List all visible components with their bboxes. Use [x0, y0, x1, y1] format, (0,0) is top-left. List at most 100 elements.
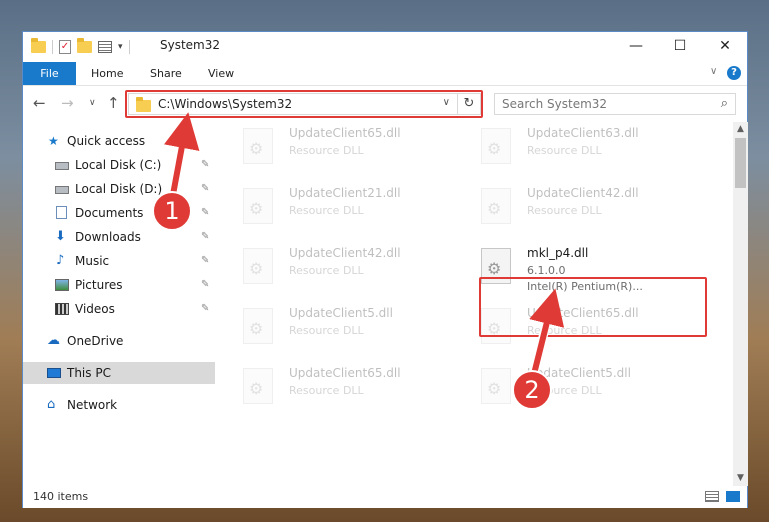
file-item[interactable]: UpdateClient63.dll Resource DLL: [461, 122, 681, 170]
recent-locations-button[interactable]: ∨: [89, 98, 96, 108]
star-icon: ★: [48, 134, 59, 148]
maximize-button[interactable]: ☐: [657, 32, 703, 61]
item-count: 140 items: [33, 490, 89, 503]
pin-icon[interactable]: ✎: [201, 226, 209, 248]
pictures-icon: [55, 279, 69, 291]
customize-toolbar-icon[interactable]: [98, 41, 112, 53]
sidebar-item-label: Pictures: [75, 278, 123, 292]
file-highlight-box: [479, 277, 707, 337]
vertical-scrollbar[interactable]: ▲ ▼: [733, 122, 748, 486]
sidebar-item-label: Documents: [75, 206, 144, 220]
details-view-icon[interactable]: [705, 491, 719, 502]
back-button[interactable]: ←: [33, 94, 46, 112]
toolbar-divider: [52, 40, 53, 54]
callout-2: 2: [512, 370, 552, 410]
file-item[interactable]: UpdateClient5.dll Resource DLL: [223, 302, 443, 350]
file-item[interactable]: UpdateClient42.dll Resource DLL: [461, 182, 681, 230]
cloud-icon: ☁: [47, 333, 60, 348]
file-item[interactable]: UpdateClient42.dll Resource DLL: [223, 242, 443, 290]
expand-ribbon-icon[interactable]: ∨: [710, 66, 717, 77]
folder-icon[interactable]: [31, 38, 46, 53]
forward-button[interactable]: →: [61, 94, 74, 112]
file-name: UpdateClient65.dll: [289, 366, 401, 380]
sidebar-item-onedrive[interactable]: ☁ OneDrive: [23, 330, 215, 352]
scroll-up-icon[interactable]: ▲: [733, 122, 748, 137]
status-bar: 140 items: [23, 486, 747, 508]
sidebar-item-label: Network: [67, 398, 118, 412]
tab-file[interactable]: File: [23, 62, 76, 85]
tab-view[interactable]: View: [208, 62, 234, 85]
sidebar-item-label: Quick access: [67, 134, 146, 148]
sidebar-item-label: Videos: [75, 302, 115, 316]
file-description: Resource DLL: [289, 384, 364, 397]
computer-icon: [47, 368, 61, 378]
file-name: UpdateClient5.dll: [289, 306, 393, 320]
scroll-thumb[interactable]: [735, 138, 746, 188]
title-bar: ✓ ▾ System32 — ☐ ✕: [23, 32, 747, 61]
network-icon: ⌂: [47, 397, 56, 412]
scroll-down-icon[interactable]: ▼: [733, 471, 748, 486]
file-item[interactable]: UpdateClient65.dll Resource DLL: [223, 362, 443, 410]
sidebar-item-network[interactable]: ⌂ Network: [23, 394, 215, 416]
dll-file-icon: [481, 368, 511, 404]
file-description: Resource DLL: [289, 144, 364, 157]
navigation-bar: ← → ∨ ↑ C:\Windows\System32 ∨ ↻ Search S…: [23, 86, 747, 122]
help-icon[interactable]: ?: [727, 66, 741, 80]
pin-icon[interactable]: ✎: [201, 154, 209, 176]
sidebar-item-quick-access[interactable]: ★ Quick access: [23, 130, 215, 152]
search-box[interactable]: Search System32 ⌕: [494, 93, 736, 115]
minimize-button[interactable]: —: [613, 32, 659, 61]
sidebar-item-label: Local Disk (D:): [75, 182, 163, 196]
sidebar-item-videos[interactable]: Videos ✎: [23, 298, 215, 320]
file-description: Resource DLL: [289, 264, 364, 277]
file-version: 6.1.0.0: [527, 264, 566, 277]
tab-home[interactable]: Home: [91, 62, 123, 85]
pin-icon[interactable]: ✎: [201, 178, 209, 200]
sidebar-item-this-pc[interactable]: This PC: [23, 362, 215, 384]
pin-icon[interactable]: ✎: [201, 274, 209, 296]
videos-icon: [55, 303, 69, 315]
file-item[interactable]: UpdateClient65.dll Resource DLL: [223, 122, 443, 170]
quick-access-toolbar: ✓ ▾: [31, 38, 130, 56]
file-list: UpdateClient65.dll Resource DLL UpdateCl…: [223, 122, 733, 486]
properties-check-icon[interactable]: ✓: [59, 40, 71, 54]
window-title: System32: [160, 38, 221, 52]
up-button[interactable]: ↑: [107, 94, 120, 112]
disk-icon: [55, 186, 69, 194]
file-item[interactable]: UpdateClient21.dll Resource DLL: [223, 182, 443, 230]
file-description: Resource DLL: [289, 324, 364, 337]
sidebar-item-pictures[interactable]: Pictures ✎: [23, 274, 215, 296]
dll-file-icon: [243, 368, 273, 404]
search-icon[interactable]: ⌕: [721, 96, 728, 111]
close-button[interactable]: ✕: [702, 32, 748, 61]
sidebar-item-label: Downloads: [75, 230, 141, 244]
dll-file-icon: [243, 188, 273, 224]
sidebar-item-label: Music: [75, 254, 110, 268]
pin-icon[interactable]: ✎: [201, 298, 209, 320]
dll-file-icon: [481, 188, 511, 224]
search-input[interactable]: Search System32: [502, 97, 607, 111]
sidebar-item-music[interactable]: ♪ Music ✎: [23, 250, 215, 272]
new-folder-icon[interactable]: [77, 38, 92, 53]
pin-icon[interactable]: ✎: [201, 250, 209, 272]
file-description: Resource DLL: [289, 204, 364, 217]
sidebar-item-downloads[interactable]: ⬇ Downloads ✎: [23, 226, 215, 248]
file-item[interactable]: UpdateClient5.dll Resource DLL: [461, 362, 681, 410]
sidebar-item-label: OneDrive: [67, 334, 124, 348]
music-icon: ♪: [56, 253, 65, 268]
pin-icon[interactable]: ✎: [201, 202, 209, 224]
file-name: mkl_p4.dll: [527, 246, 589, 260]
documents-icon: [56, 206, 67, 219]
explorer-window: ✓ ▾ System32 — ☐ ✕ File Home Share View …: [22, 31, 748, 508]
file-name: UpdateClient42.dll: [527, 186, 639, 200]
tab-share[interactable]: Share: [150, 62, 182, 85]
file-description: Resource DLL: [527, 204, 602, 217]
sidebar-item-local-disk-c[interactable]: Local Disk (C:) ✎: [23, 154, 215, 176]
disk-icon: [55, 162, 69, 170]
file-name: UpdateClient63.dll: [527, 126, 639, 140]
tiles-view-icon[interactable]: [726, 491, 740, 502]
sidebar-item-label: Local Disk (C:): [75, 158, 162, 172]
dll-file-icon: [243, 308, 273, 344]
chevron-down-icon[interactable]: ▾: [118, 42, 123, 52]
file-name: UpdateClient42.dll: [289, 246, 401, 260]
